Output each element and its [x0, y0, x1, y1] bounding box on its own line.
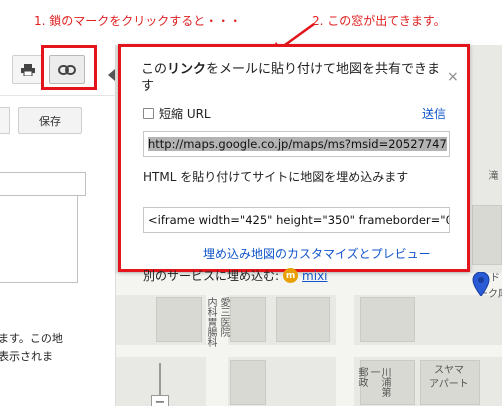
- map-label-apartment1: スヤマ: [434, 365, 464, 376]
- shorten-url-label: 短縮 URL: [159, 107, 211, 121]
- close-icon[interactable]: ×: [447, 69, 459, 85]
- map-building: [156, 297, 202, 342]
- mixi-link[interactable]: mixi: [302, 269, 327, 283]
- map-label-side: 滝: [486, 170, 497, 180]
- map-label-building: 川浦第一: [368, 367, 390, 397]
- embed-service-label: 別のサービスに埋め込む:: [143, 269, 280, 283]
- mixi-icon[interactable]: m: [283, 268, 299, 283]
- popup-title: このリンクをメールに貼り付けて地図を共有できます: [141, 61, 441, 95]
- edit-button[interactable]: [0, 107, 10, 134]
- description-textarea[interactable]: [0, 195, 78, 283]
- info-text-line2: 表示されま: [0, 350, 53, 363]
- popup-title-bold: リンク: [167, 62, 207, 77]
- left-panel: 保存 ます。この地 表示されま: [0, 45, 116, 406]
- embed-title: HTML を貼り付けてサイトに地図を埋め込みます: [143, 170, 409, 184]
- road: [336, 273, 354, 406]
- printer-icon: [21, 63, 35, 76]
- map-label-annex: 郵政: [356, 367, 367, 387]
- road: [116, 345, 502, 357]
- annotation-step1: 1. 鎖のマークをクリックすると・・・: [34, 14, 242, 28]
- zoom-out-button[interactable]: −: [151, 395, 169, 406]
- link-button-highlight: [41, 45, 97, 90]
- shorten-url-checkbox[interactable]: [143, 108, 154, 119]
- share-url-value: http://maps.google.co.jp/maps/ms?msid=20…: [148, 137, 447, 151]
- share-url-input[interactable]: http://maps.google.co.jp/maps/ms?msid=20…: [143, 131, 450, 157]
- map-label-apartment2: アパート: [429, 379, 469, 390]
- shorten-url-row: 短縮 URL: [143, 105, 211, 122]
- map-building: [230, 297, 266, 342]
- customize-embed-link[interactable]: 埋め込み地図のカスタマイズとプレビュー: [203, 245, 431, 262]
- zoom-slider-track[interactable]: [159, 363, 161, 395]
- title-input[interactable]: [0, 172, 86, 196]
- annotation-step2: 2. この窓が出てきます。: [312, 14, 446, 28]
- map-building: [360, 297, 415, 342]
- print-button[interactable]: [12, 55, 44, 84]
- map-pin-icon[interactable]: [472, 272, 490, 296]
- save-button[interactable]: 保存: [18, 107, 82, 134]
- embed-code-input[interactable]: <iframe width="425" height="350" framebo…: [143, 207, 450, 233]
- info-text-line1: ます。この地: [0, 332, 63, 345]
- toolbar-divider: [0, 95, 116, 96]
- map-label-hospital: 愛三医院: [218, 297, 229, 337]
- share-popup: このリンクをメールに貼り付けて地図を共有できます × 短縮 URL 送信 htt…: [118, 44, 470, 283]
- map-building: [276, 297, 330, 342]
- embed-service-row: 別のサービスに埋め込む: m mixi: [143, 267, 328, 284]
- map-building: [230, 360, 266, 405]
- map-building: [472, 205, 502, 265]
- send-link[interactable]: 送信: [422, 105, 446, 122]
- popup-title-prefix: この: [141, 62, 168, 77]
- map-label-clinic: 内科胃腸科: [205, 297, 216, 347]
- collapse-arrow-icon[interactable]: [108, 69, 115, 81]
